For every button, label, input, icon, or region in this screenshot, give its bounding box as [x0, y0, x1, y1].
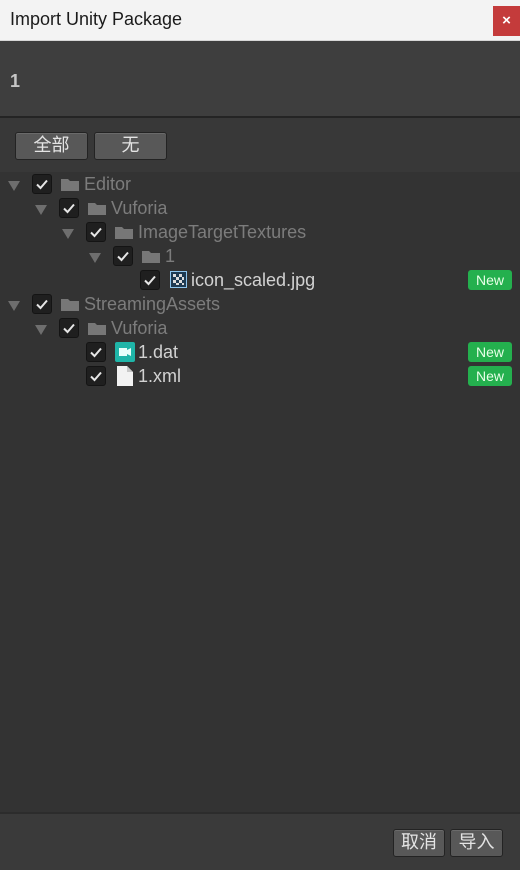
tree-row-folder-1: 1 — [0, 245, 520, 269]
tree-row-vuforia-streaming: Vuforia — [0, 317, 520, 341]
close-button[interactable]: × — [493, 6, 520, 36]
folder-icon — [88, 323, 106, 335]
window-title: Import Unity Package — [10, 9, 183, 29]
item-checkbox[interactable] — [59, 198, 79, 218]
tree-row-editor: Editor — [0, 173, 520, 197]
image-file-icon — [170, 271, 187, 288]
tree-item-label: icon_scaled.jpg — [191, 270, 316, 290]
expand-arrow-icon[interactable] — [62, 229, 74, 239]
select-all-button[interactable]: 全部 — [15, 132, 88, 160]
expand-arrow-icon[interactable] — [35, 205, 47, 215]
new-badge: New — [468, 366, 512, 386]
tree-row-1-xml: 1.xml New — [0, 365, 520, 389]
tree-item-label: Editor — [84, 174, 132, 194]
tree-row-streamingassets: StreamingAssets — [0, 293, 520, 317]
folder-icon — [88, 203, 106, 215]
folder-icon — [142, 251, 160, 263]
select-none-button[interactable]: 无 — [94, 132, 167, 160]
import-button[interactable]: 导入 — [450, 829, 503, 857]
tree-item-label: Vuforia — [111, 198, 168, 218]
tree-item-label: StreamingAssets — [84, 294, 221, 314]
item-checkbox[interactable] — [32, 174, 52, 194]
package-name: 1 — [10, 71, 21, 91]
new-badge: New — [468, 342, 512, 362]
folder-icon — [115, 227, 133, 239]
tree-row-1-dat: 1.dat New — [0, 341, 520, 365]
tree-item-label: 1.xml — [138, 366, 182, 386]
new-badge: New — [468, 270, 512, 290]
expand-arrow-icon[interactable] — [89, 253, 101, 263]
tree-item-label: 1 — [165, 246, 176, 266]
document-icon — [117, 366, 133, 386]
folder-icon — [61, 179, 79, 191]
package-header: 1 — [0, 41, 520, 118]
tree-row-imagetargettextures: ImageTargetTextures — [0, 221, 520, 245]
item-checkbox[interactable] — [86, 366, 106, 386]
tree-item-label: 1.dat — [138, 342, 179, 362]
item-checkbox[interactable] — [113, 246, 133, 266]
cancel-button[interactable]: 取消 — [393, 829, 445, 857]
folder-icon — [61, 299, 79, 311]
item-checkbox[interactable] — [86, 222, 106, 242]
tree-item-label: Vuforia — [111, 318, 168, 338]
expand-arrow-icon[interactable] — [35, 325, 47, 335]
tree-item-label: ImageTargetTextures — [138, 222, 307, 242]
file-tree: Editor Vuforia ImageTargetTextures 1 ico… — [0, 172, 520, 812]
item-checkbox[interactable] — [86, 342, 106, 362]
tree-row-vuforia: Vuforia — [0, 197, 520, 221]
item-checkbox[interactable] — [140, 270, 160, 290]
footer-bar: 取消 导入 — [0, 812, 520, 870]
expand-arrow-icon[interactable] — [8, 301, 20, 311]
title-bar: Import Unity Package × — [0, 0, 520, 41]
item-checkbox[interactable] — [59, 318, 79, 338]
expand-arrow-icon[interactable] — [8, 181, 20, 191]
item-checkbox[interactable] — [32, 294, 52, 314]
tree-row-icon-scaled: icon_scaled.jpg New — [0, 269, 520, 293]
dat-file-icon — [115, 342, 135, 362]
